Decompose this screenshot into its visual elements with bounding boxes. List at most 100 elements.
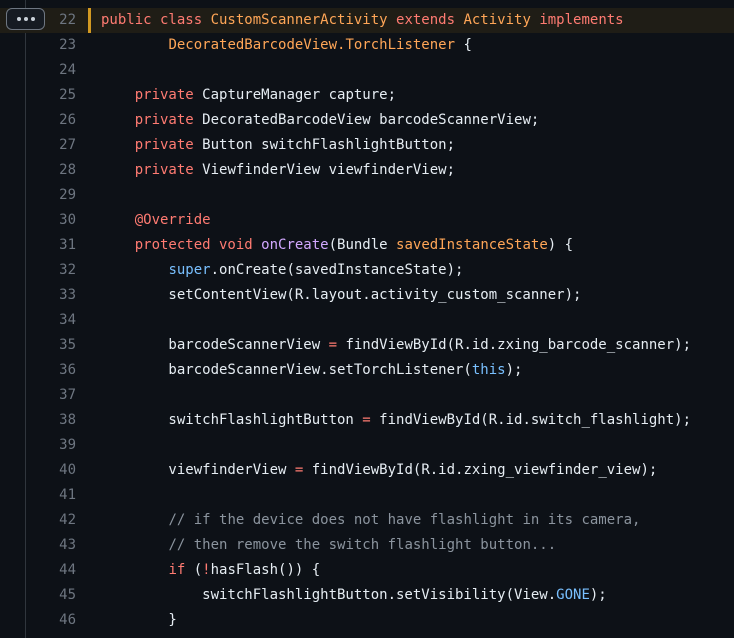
line-code: switchFlashlightButton = findViewById(R.… — [101, 408, 691, 433]
code-line: 33 setContentView(R.layout.activity_cust… — [0, 283, 734, 308]
code-token: ); — [589, 587, 607, 603]
code-token: extends — [387, 12, 464, 28]
code-token: private — [134, 137, 194, 153]
code-token: = — [362, 412, 371, 428]
code-token: onCreate — [261, 237, 329, 253]
code-token: ) { — [547, 237, 574, 253]
line-number[interactable]: 34 — [46, 308, 76, 333]
code-token: // then remove the switch flashlight but… — [168, 537, 557, 553]
line-code: private Button switchFlashlightButton; — [101, 133, 455, 158]
code-token: viewfinderView — [101, 462, 295, 478]
code-token: DecoratedBarcodeView barcodeScannerView; — [193, 112, 540, 128]
code-token: if — [168, 562, 186, 578]
line-code: viewfinderView = findViewById(R.id.zxing… — [101, 458, 657, 483]
line-code: private ViewfinderView viewfinderView; — [101, 158, 455, 183]
code-token: public class — [101, 12, 211, 28]
ellipsis-dot-icon — [30, 17, 35, 21]
code-token: } — [101, 612, 177, 628]
code-line: 24 — [0, 58, 734, 83]
code-token: barcodeScannerView — [101, 337, 329, 353]
code-view: 22 public class CustomScannerActivity ext… — [0, 8, 734, 633]
line-number[interactable]: 31 — [46, 233, 76, 258]
line-number[interactable]: 26 — [46, 108, 76, 133]
code-line: 25 private CaptureManager capture; — [0, 83, 734, 108]
line-number[interactable]: 45 — [46, 583, 76, 608]
code-token: private — [134, 162, 194, 178]
code-token: ViewfinderView viewfinderView; — [193, 162, 456, 178]
line-number[interactable]: 44 — [46, 558, 76, 583]
line-number[interactable]: 32 — [46, 258, 76, 283]
line-number[interactable]: 24 — [46, 58, 76, 83]
ellipsis-dot-icon — [16, 17, 21, 21]
code-line: 26 private DecoratedBarcodeView barcodeS… — [0, 108, 734, 133]
line-number[interactable]: 33 — [46, 283, 76, 308]
line-number[interactable]: 23 — [46, 33, 76, 58]
line-code: private CaptureManager capture; — [101, 83, 396, 108]
code-token: CaptureManager capture; — [193, 87, 397, 103]
line-number[interactable]: 27 — [46, 133, 76, 158]
line-number[interactable]: 22 — [46, 8, 76, 33]
code-token: findViewById(R.id.switch_flashlight); — [370, 412, 692, 428]
line-number[interactable]: 42 — [46, 508, 76, 533]
line-number[interactable]: 40 — [46, 458, 76, 483]
line-highlight-marker — [88, 8, 91, 33]
code-token: Button switchFlashlightButton; — [193, 137, 456, 153]
line-number[interactable]: 37 — [46, 383, 76, 408]
code-token: savedInstanceState — [396, 237, 548, 253]
code-line: 22 public class CustomScannerActivity ext… — [0, 8, 734, 33]
code-token: ! — [202, 562, 211, 578]
code-line: 46 } — [0, 608, 734, 633]
code-token: DecoratedBarcodeView.TorchListener — [168, 37, 456, 53]
line-number[interactable]: 35 — [46, 333, 76, 358]
line-number[interactable]: 30 — [46, 208, 76, 233]
code-token: switchFlashlightButton.setVisibility(Vie… — [101, 587, 557, 603]
code-line: 42 // if the device does not have flashl… — [0, 508, 734, 533]
line-code: @Override — [101, 208, 211, 233]
line-number[interactable]: 36 — [46, 358, 76, 383]
code-token: switchFlashlightButton — [101, 412, 363, 428]
code-line: 39 — [0, 433, 734, 458]
code-token: CustomScannerActivity — [210, 12, 388, 28]
line-code: // if the device does not have flashligh… — [101, 508, 640, 533]
code-line: 36 barcodeScannerView.setTorchListener(t… — [0, 358, 734, 383]
code-token: Activity — [463, 12, 531, 28]
line-number[interactable]: 39 — [46, 433, 76, 458]
code-token: protected void — [134, 237, 262, 253]
code-line: 35 barcodeScannerView = findViewById(R.i… — [0, 333, 734, 358]
line-number[interactable]: 46 — [46, 608, 76, 633]
code-token: implements — [530, 12, 624, 28]
code-line: 45 switchFlashlightButton.setVisibility(… — [0, 583, 734, 608]
line-code: // then remove the switch flashlight but… — [101, 533, 556, 558]
code-line: 40 viewfinderView = findViewById(R.id.zx… — [0, 458, 734, 483]
line-code: barcodeScannerView = findViewById(R.id.z… — [101, 333, 691, 358]
expand-lines-button[interactable] — [6, 8, 45, 30]
line-number[interactable]: 41 — [46, 483, 76, 508]
code-token: @Override — [134, 212, 211, 228]
line-code: public class CustomScannerActivity exten… — [101, 8, 624, 33]
code-line: 37 — [0, 383, 734, 408]
code-token: (Bundle — [328, 237, 397, 253]
code-token: this — [471, 362, 506, 378]
code-line: 44 if (!hasFlash()) { — [0, 558, 734, 583]
line-number[interactable]: 29 — [46, 183, 76, 208]
code-line: 43 // then remove the switch flashlight … — [0, 533, 734, 558]
code-line: 23 DecoratedBarcodeView.TorchListener { — [0, 33, 734, 58]
line-code: protected void onCreate(Bundle savedInst… — [101, 233, 573, 258]
code-token: = — [328, 337, 338, 353]
code-token: barcodeScannerView.setTorchListener( — [101, 362, 472, 378]
code-line: 38 switchFlashlightButton = findViewById… — [0, 408, 734, 433]
line-number[interactable]: 25 — [46, 83, 76, 108]
line-number[interactable]: 28 — [46, 158, 76, 183]
line-number[interactable]: 38 — [46, 408, 76, 433]
line-number[interactable]: 43 — [46, 533, 76, 558]
code-token: private — [134, 87, 194, 103]
code-line: 27 private Button switchFlashlightButton… — [0, 133, 734, 158]
code-token: GONE — [556, 587, 590, 603]
